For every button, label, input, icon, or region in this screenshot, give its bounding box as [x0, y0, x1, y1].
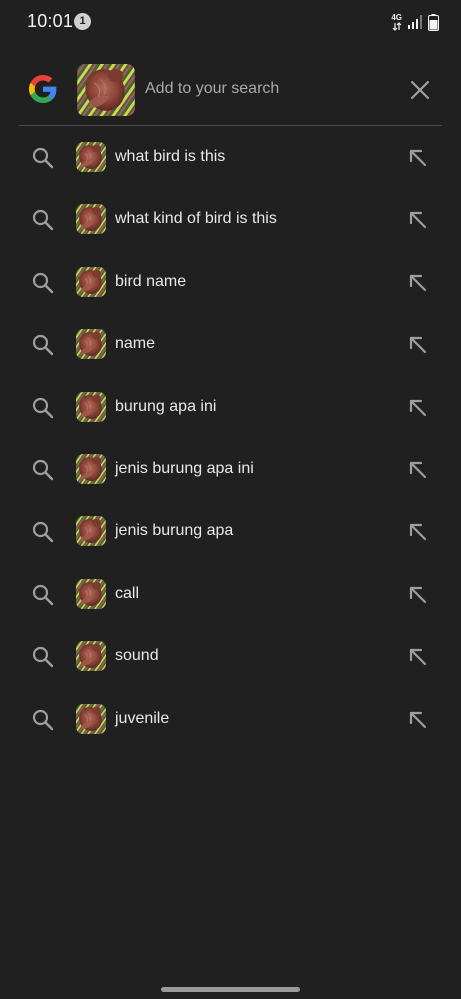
- arrow-up-left-icon[interactable]: [405, 332, 431, 358]
- bird-thumbnail-icon: [76, 204, 106, 234]
- gesture-navigation-bar[interactable]: [161, 987, 300, 992]
- bird-photo-icon: [77, 64, 135, 116]
- status-bar: 10:01 1 4G: [0, 0, 461, 44]
- search-input[interactable]: Add to your search: [145, 80, 279, 98]
- suggestion-text: what bird is this: [115, 148, 226, 165]
- notification-count-badge: 1: [74, 13, 91, 30]
- bird-thumbnail-icon: [76, 641, 106, 671]
- suggestion-text: juvenile: [115, 709, 170, 727]
- suggestion-list: what bird is this what kind of bird is t…: [0, 126, 461, 750]
- arrow-up-left-icon[interactable]: [405, 519, 431, 545]
- suggestion-item-8[interactable]: call: [0, 563, 461, 625]
- bird-thumbnail-icon: [76, 579, 106, 609]
- search-icon: [32, 709, 54, 730]
- search-icon: [32, 272, 54, 293]
- suggestion-text: jenis burung apa: [115, 522, 234, 540]
- bird-thumbnail-icon: [76, 267, 106, 297]
- suggestion-item-6[interactable]: jenis burung apa ini: [0, 438, 461, 500]
- status-icons: 4G: [391, 12, 439, 32]
- suggestion-text: what kind of bird is this: [115, 210, 277, 228]
- search-icon: [32, 522, 54, 543]
- suggestion-text: jenis burung apa ini: [115, 459, 254, 477]
- bird-thumbnail-icon: [76, 516, 106, 546]
- google-logo-icon[interactable]: [29, 75, 57, 103]
- bird-thumbnail-icon: [76, 142, 106, 172]
- status-time: 10:01: [27, 11, 74, 31]
- arrow-up-left-icon[interactable]: [405, 395, 431, 421]
- bird-thumbnail-icon: [76, 392, 106, 422]
- arrow-up-left-icon[interactable]: [405, 707, 431, 733]
- suggestion-text: sound: [115, 647, 159, 665]
- battery-icon: [428, 13, 439, 31]
- search-icon: [32, 397, 54, 418]
- arrow-up-left-icon[interactable]: [405, 145, 431, 171]
- search-icon: [32, 335, 54, 356]
- search-icon: [32, 147, 54, 169]
- suggestion-text: call: [115, 584, 140, 602]
- suggestion-item-4[interactable]: name: [0, 313, 461, 375]
- arrow-up-left-icon[interactable]: [405, 207, 431, 233]
- suggestion-item-5[interactable]: burung apa ini: [0, 376, 461, 438]
- suggestion-item-3[interactable]: bird name: [0, 251, 461, 313]
- arrow-up-left-icon[interactable]: [405, 582, 431, 608]
- search-header: Add to your search: [0, 60, 461, 120]
- search-icon: [32, 584, 54, 605]
- suggestion-item-1[interactable]: what bird is this: [0, 126, 461, 188]
- bird-thumbnail-icon: [76, 329, 106, 359]
- search-icon: [32, 459, 54, 481]
- search-icon: [32, 210, 54, 231]
- suggestion-item-2[interactable]: what kind of bird is this: [0, 188, 461, 250]
- lens-image-thumbnail[interactable]: [77, 64, 135, 116]
- suggestion-text: bird name: [115, 272, 187, 290]
- bird-thumbnail-icon: [76, 454, 106, 484]
- close-icon: [410, 80, 430, 100]
- suggestion-text: burung apa ini: [115, 397, 217, 415]
- close-button[interactable]: [404, 74, 436, 106]
- signal-icon: [408, 15, 422, 29]
- arrow-up-left-icon[interactable]: [405, 457, 431, 483]
- suggestion-item-10[interactable]: juvenile: [0, 688, 461, 750]
- arrow-up-left-icon[interactable]: [405, 644, 431, 670]
- suggestion-item-7[interactable]: jenis burung apa: [0, 500, 461, 562]
- bird-thumbnail-icon: [76, 704, 106, 734]
- suggestion-item-9[interactable]: sound: [0, 625, 461, 687]
- search-icon: [32, 647, 54, 668]
- suggestion-text: name: [115, 335, 156, 353]
- network-type-icon: 4G: [391, 13, 402, 31]
- arrow-up-left-icon[interactable]: [405, 270, 431, 296]
